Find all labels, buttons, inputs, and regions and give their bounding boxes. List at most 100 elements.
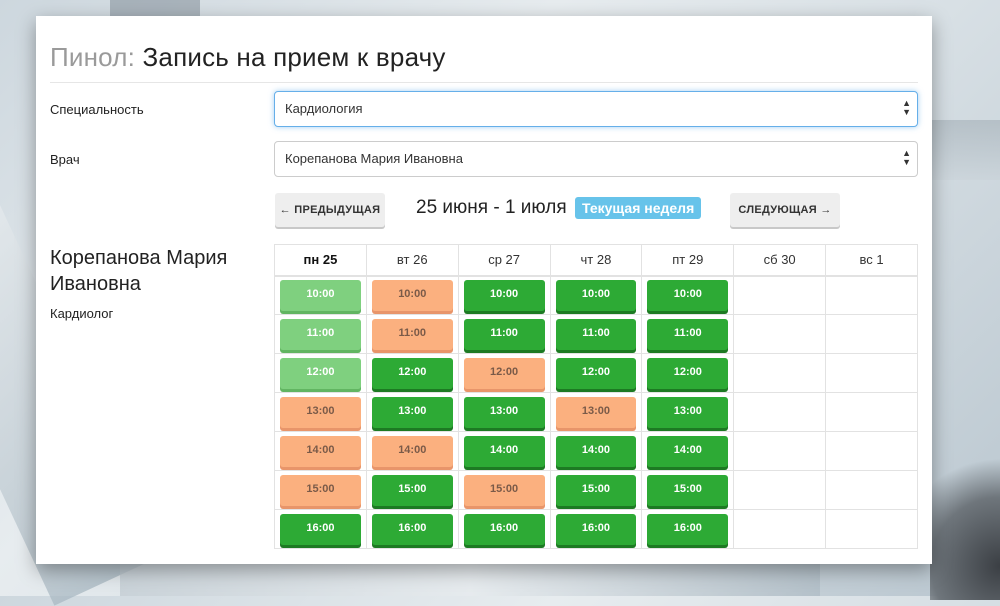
day-header: вс 1 xyxy=(825,244,918,277)
time-slot-busy: 10:00 xyxy=(371,279,453,311)
schedule-row: 11:00 11:00 11:00 11:00 11:00 xyxy=(274,314,918,354)
schedule-cell: 14:00 xyxy=(641,431,735,471)
time-slot-free[interactable]: 16:00 xyxy=(280,513,361,545)
time-slot-free[interactable]: 16:00 xyxy=(463,513,545,545)
day-date: 25 xyxy=(322,252,338,268)
prev-week-button[interactable]: ← ПРЕДЫДУЩАЯ xyxy=(275,193,385,227)
day-date: 30 xyxy=(781,252,796,268)
time-slot-free[interactable]: 15:00 xyxy=(647,474,729,506)
day-weekday: чт xyxy=(580,252,594,268)
time-slot-past: 11:00 xyxy=(280,318,361,350)
schedule-cell xyxy=(825,314,918,354)
schedule-cell: 11:00 xyxy=(365,314,459,354)
time-slot-busy: 11:00 xyxy=(371,318,453,350)
time-slot-free[interactable]: 16:00 xyxy=(647,513,729,545)
time-slot-free[interactable]: 14:00 xyxy=(647,435,729,467)
specialty-label: Специальность xyxy=(50,102,144,117)
time-slot-busy: 15:00 xyxy=(280,474,361,506)
time-slot-free[interactable]: 11:00 xyxy=(647,318,729,350)
day-weekday: вс xyxy=(859,252,873,268)
time-slot-free[interactable]: 13:00 xyxy=(371,396,453,428)
time-slot-free[interactable]: 11:00 xyxy=(555,318,637,350)
time-slot-free[interactable]: 14:00 xyxy=(463,435,545,467)
time-slot-free[interactable]: 11:00 xyxy=(463,318,545,350)
background-decor xyxy=(930,430,1000,600)
time-slot-free[interactable]: 16:00 xyxy=(371,513,453,545)
time-slot-free[interactable]: 10:00 xyxy=(463,279,545,311)
schedule-cell: 12:00 xyxy=(274,353,367,393)
schedule-cell: 13:00 xyxy=(274,392,367,432)
schedule-cell xyxy=(825,509,918,549)
schedule-cell: 16:00 xyxy=(641,509,735,549)
day-weekday: сб xyxy=(763,252,778,268)
schedule-cell xyxy=(825,353,918,393)
schedule-cell xyxy=(733,392,827,432)
schedule-cell: 15:00 xyxy=(641,470,735,510)
schedule-row: 13:00 13:00 13:00 13:00 13:00 xyxy=(274,392,918,432)
schedule-row: 14:00 14:00 14:00 14:00 14:00 xyxy=(274,431,918,471)
time-slot-free[interactable]: 16:00 xyxy=(555,513,637,545)
schedule-cell xyxy=(733,314,827,354)
background-decor xyxy=(920,120,1000,180)
time-slot-free[interactable]: 12:00 xyxy=(371,357,453,389)
day-header: вт 26 xyxy=(365,244,459,277)
schedule-cell: 16:00 xyxy=(274,509,367,549)
page-title: Пинол: Запись на прием к врачу xyxy=(50,42,446,73)
schedule-cell: 15:00 xyxy=(457,470,551,510)
schedule-row: 16:00 16:00 16:00 16:00 16:00 xyxy=(274,509,918,549)
schedule-cell: 11:00 xyxy=(641,314,735,354)
schedule-cell: 16:00 xyxy=(457,509,551,549)
day-weekday: вт xyxy=(396,252,410,268)
time-slot-free[interactable]: 15:00 xyxy=(371,474,453,506)
day-weekday: пт xyxy=(672,252,686,268)
schedule-cell xyxy=(825,392,918,432)
time-slot-free[interactable]: 15:00 xyxy=(555,474,637,506)
time-slot-free[interactable]: 14:00 xyxy=(555,435,637,467)
schedule-body: 10:00 10:00 10:00 10:00 10:00 11:00 11:00 11:00… xyxy=(274,275,918,549)
day-date: 29 xyxy=(688,252,704,268)
schedule-row: 15:00 15:00 15:00 15:00 15:00 xyxy=(274,470,918,510)
time-slot-free[interactable]: 10:00 xyxy=(555,279,637,311)
time-slot-busy: 15:00 xyxy=(463,474,545,506)
specialty-select[interactable]: Кардиология ▲ ▼ xyxy=(274,91,918,127)
day-header: сб 30 xyxy=(733,244,827,277)
schedule-cell xyxy=(733,509,827,549)
schedule-cell: 13:00 xyxy=(549,392,643,432)
day-date: 26 xyxy=(413,252,428,268)
schedule-row: 12:00 12:00 12:00 12:00 12:00 xyxy=(274,353,918,393)
time-slot-free[interactable]: 12:00 xyxy=(555,357,637,389)
schedule-cell: 13:00 xyxy=(365,392,459,432)
doctor-select[interactable]: Корепанова Мария Ивановна ▲ ▼ xyxy=(274,141,918,177)
schedule-cell: 15:00 xyxy=(549,470,643,510)
schedule-cell: 14:00 xyxy=(365,431,459,471)
select-arrows-icon: ▲ ▼ xyxy=(902,148,911,167)
schedule-cell: 14:00 xyxy=(549,431,643,471)
schedule-cell: 10:00 xyxy=(274,275,367,315)
schedule-cell: 10:00 xyxy=(641,275,735,315)
background-decor xyxy=(110,0,200,16)
schedule-cell xyxy=(825,275,918,315)
schedule-cell xyxy=(825,431,918,471)
next-week-button[interactable]: СЛЕДУЮЩАЯ → xyxy=(730,193,840,227)
schedule-cell: 16:00 xyxy=(549,509,643,549)
schedule-cell: 11:00 xyxy=(549,314,643,354)
schedule-cell: 10:00 xyxy=(549,275,643,315)
schedule-cell: 14:00 xyxy=(274,431,367,471)
schedule-cell: 13:00 xyxy=(457,392,551,432)
page-title-text: Запись на прием к врачу xyxy=(142,42,446,72)
schedule-cell: 10:00 xyxy=(365,275,459,315)
time-slot-free[interactable]: 13:00 xyxy=(647,396,729,428)
time-slot-free[interactable]: 12:00 xyxy=(647,357,729,389)
schedule-row: 10:00 10:00 10:00 10:00 10:00 xyxy=(274,275,918,315)
schedule-header-row: пн 25 вт 26 ср 27 чт 28 пт 29 сб 30 вс 1 xyxy=(274,244,918,277)
schedule-cell: 12:00 xyxy=(365,353,459,393)
time-slot-past: 10:00 xyxy=(280,279,361,311)
time-slot-busy: 14:00 xyxy=(371,435,453,467)
day-weekday: ср xyxy=(488,252,502,268)
schedule-table: пн 25 вт 26 ср 27 чт 28 пт 29 сб 30 вс 1 10:00… xyxy=(274,244,918,549)
time-slot-free[interactable]: 10:00 xyxy=(647,279,729,311)
current-week-badge: Текущая неделя xyxy=(575,197,702,219)
doctor-name: Корепанова Мария Ивановна xyxy=(50,247,228,295)
time-slot-free[interactable]: 13:00 xyxy=(463,396,545,428)
schedule-cell: 14:00 xyxy=(457,431,551,471)
